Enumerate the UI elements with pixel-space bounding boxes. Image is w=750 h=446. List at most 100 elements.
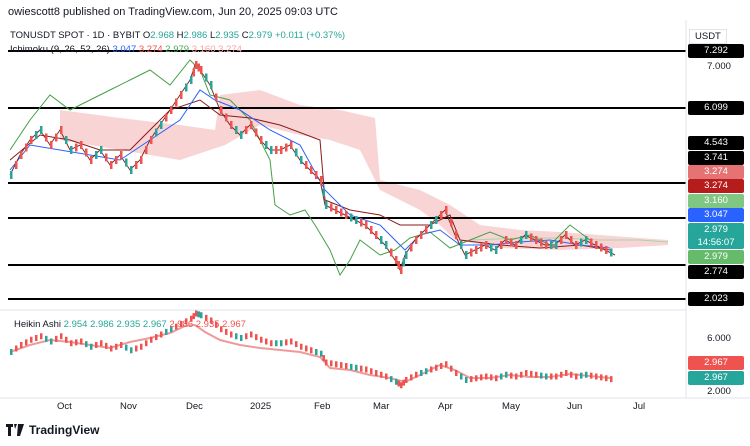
price-tag-3741: 3.741: [688, 151, 744, 165]
high-value: 2.986: [183, 30, 208, 41]
open-value: 2.968: [150, 30, 175, 41]
heikin-label[interactable]: Heikin Ashi: [14, 319, 61, 330]
price-candle: [295, 148, 298, 157]
price-candle: [120, 151, 123, 159]
price-candle: [610, 248, 613, 257]
price-tag-2774: 2.774: [688, 265, 744, 279]
change-value: +0.011 (+0.37%): [274, 30, 346, 41]
ichimoku-legend[interactable]: Ichimoku (9, 26, 52, 26) 3.047 3.274 2.9…: [10, 44, 242, 55]
price-candle: [550, 241, 553, 249]
ha-candle: [197, 311, 200, 318]
ha-candle: [455, 370, 458, 376]
ha-candle: [470, 376, 473, 383]
ha-candle: [605, 375, 608, 382]
ha-candle: [460, 373, 463, 380]
price-candle: [570, 236, 573, 244]
price-candle: [210, 81, 213, 89]
tradingview-footer[interactable]: TradingView: [6, 423, 99, 437]
ha-candle: [450, 365, 453, 372]
price-candle: [110, 161, 113, 169]
ha-candle: [240, 335, 243, 341]
price-tag-current: 2.979 14:56:07: [688, 223, 744, 249]
heikin-v7: 2.967: [222, 319, 246, 330]
ha-candle: [15, 345, 18, 352]
ha-candle: [335, 361, 338, 368]
symbol-legend[interactable]: TONUSDT SPOT · 1D · BYBIT O2.968 H2.986 …: [10, 30, 345, 41]
ichimoku-spanb-value: 3.274: [218, 44, 242, 55]
price-candle: [60, 126, 63, 134]
ha-candle: [475, 375, 478, 382]
ha-candle: [140, 343, 143, 350]
price-tag-3047: 3.047: [688, 208, 744, 222]
ha-candle: [445, 361, 448, 368]
price-candle: [85, 148, 88, 157]
high-label: H: [176, 30, 184, 41]
price-candle: [590, 238, 593, 247]
price-candle: [515, 241, 518, 249]
ha-candle: [105, 342, 108, 349]
ha-candle: [135, 345, 138, 352]
ha-candle: [235, 333, 238, 340]
price-candle: [310, 166, 313, 174]
ha-candle: [200, 312, 203, 319]
ha-candle: [305, 345, 308, 352]
ha-candle: [35, 335, 38, 341]
ha-candle: [590, 372, 593, 379]
ha-candle: [115, 343, 118, 350]
ha-tag-red: 2.967: [688, 356, 744, 370]
price-tag-2979: 2.979: [688, 250, 744, 264]
price-candle: [320, 176, 323, 184]
price-candle: [40, 126, 43, 134]
price-candle: [375, 231, 378, 239]
ha-candle: [145, 340, 148, 347]
ha-tick-6000: 6.000: [707, 333, 731, 344]
ha-candle: [310, 347, 313, 354]
price-candle: [425, 226, 428, 234]
price-candle: [475, 246, 478, 254]
ha-candle: [380, 371, 383, 378]
ha-candle: [420, 370, 423, 376]
symbol-title[interactable]: TONUSDT SPOT · 1D · BYBIT: [10, 30, 140, 41]
price-candle: [25, 143, 28, 152]
ha-candle: [505, 371, 508, 378]
time-tick: Mar: [373, 401, 390, 412]
price-candle: [50, 141, 53, 149]
price-candle: [35, 131, 38, 139]
ha-candle: [365, 366, 368, 373]
ha-candle: [80, 338, 83, 345]
ha-candle: [345, 363, 348, 369]
price-candle: [380, 236, 383, 244]
time-tick: Nov: [120, 401, 137, 412]
price-candle: [420, 231, 423, 239]
price-candle: [605, 246, 608, 254]
heikin-legend[interactable]: Heikin Ashi 2.954 2.986 2.935 2.967 2.98…: [14, 319, 246, 330]
ichimoku-label[interactable]: Ichimoku (9, 26, 52, 26): [10, 44, 110, 55]
ha-candle: [395, 378, 398, 385]
ha-candle: [155, 334, 158, 341]
ha-candle: [125, 344, 128, 351]
ha-candle: [560, 371, 563, 378]
ha-candle: [160, 331, 163, 338]
ha-candle: [295, 341, 298, 348]
ha-candle: [100, 340, 103, 347]
ha-candle: [402, 379, 405, 386]
price-chart[interactable]: [0, 0, 750, 446]
ichimoku-tenkan-value: 3.047: [112, 44, 137, 55]
ha-candle: [480, 374, 483, 381]
ha-candle: [570, 371, 573, 378]
ha-tick-2000: 2.000: [707, 386, 731, 397]
ha-candle: [390, 376, 393, 383]
time-tick: Jun: [567, 401, 583, 412]
price-candle: [397, 261, 400, 269]
ha-candle: [110, 345, 113, 352]
price-candle: [322, 188, 325, 197]
ha-candle: [325, 359, 328, 366]
ichimoku-cloud: [60, 90, 668, 250]
ha-candle: [65, 336, 68, 343]
ha-candle: [355, 364, 358, 371]
price-candle: [185, 83, 188, 92]
ha-candle: [60, 333, 63, 340]
currency-label[interactable]: USDT: [689, 29, 727, 44]
ha-candle: [250, 331, 253, 338]
ha-candle: [30, 336, 33, 343]
